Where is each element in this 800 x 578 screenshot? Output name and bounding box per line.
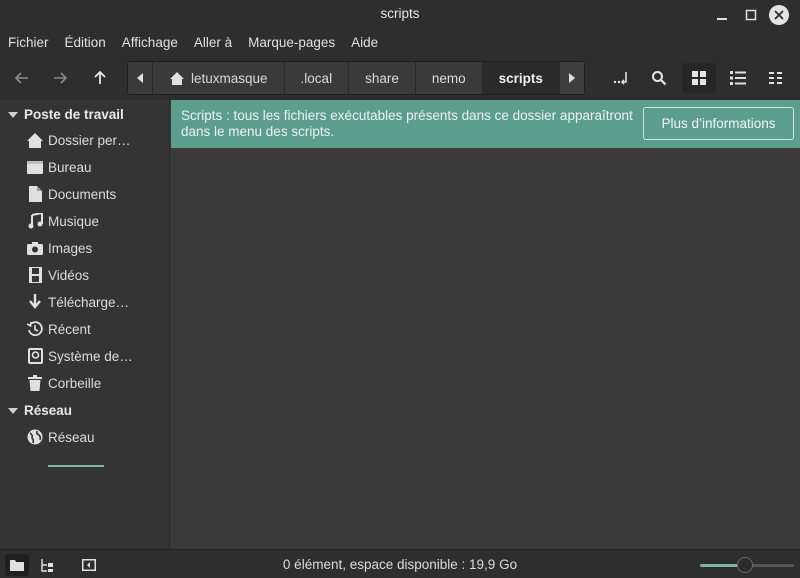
menu-aide[interactable]: Aide xyxy=(351,35,378,50)
sidebar-item-downloads[interactable]: Télécharge… xyxy=(26,289,168,315)
grid-icon xyxy=(692,71,706,85)
forward-button[interactable] xyxy=(46,64,74,92)
breadcrumb-label: letuxmasque xyxy=(191,70,268,86)
compact-view-button[interactable] xyxy=(759,63,793,93)
section-title: Poste de travail xyxy=(24,107,124,122)
minimize-icon xyxy=(717,18,727,20)
document-icon xyxy=(26,185,44,203)
section-reseau[interactable]: Réseau xyxy=(8,403,72,418)
sidebar-item-label: Documents xyxy=(48,186,117,202)
sidebar-item-trash[interactable]: Corbeille xyxy=(26,370,168,396)
disk-usage-bar xyxy=(48,465,104,467)
sidebar-item-label: Dossier per… xyxy=(48,132,131,148)
sidebar-item-home[interactable]: Dossier per… xyxy=(26,127,168,153)
breadcrumb-local[interactable]: .local xyxy=(285,62,350,94)
download-icon xyxy=(26,293,44,311)
location-entry-icon xyxy=(613,72,627,85)
sidebar-item-label: Vidéos xyxy=(48,267,90,283)
section-poste-de-travail[interactable]: Poste de travail xyxy=(8,107,124,122)
maximize-icon xyxy=(745,9,757,21)
more-info-button[interactable]: Plus d’informations xyxy=(643,107,794,140)
menu-bar: Fichier Édition Affichage Aller à Marque… xyxy=(0,29,800,56)
up-button[interactable] xyxy=(86,64,114,92)
title-bar: scripts xyxy=(0,0,800,29)
breadcrumb-home[interactable]: letuxmasque xyxy=(153,62,285,94)
desktop-icon xyxy=(26,158,44,176)
sidebar-item-videos[interactable]: Vidéos xyxy=(26,262,168,288)
sidebar-item-label: Système de… xyxy=(48,348,133,364)
music-icon xyxy=(26,212,44,230)
info-message: Scripts : tous les fichiers exécutables … xyxy=(181,108,633,139)
file-manager-window: scripts Fichier Édition Affichage Aller … xyxy=(0,0,800,578)
camera-icon xyxy=(26,239,44,257)
status-text: 0 élément, espace disponible : 19,9 Go xyxy=(282,557,518,572)
arrow-up-icon xyxy=(94,70,106,84)
breadcrumb-scroll-right[interactable] xyxy=(559,62,584,94)
trash-icon xyxy=(26,374,44,392)
sidebar-item-recent[interactable]: Récent xyxy=(26,316,168,342)
sidebar-item-label: Corbeille xyxy=(48,375,102,391)
network-icon xyxy=(26,428,44,446)
menu-aller-a[interactable]: Aller à xyxy=(194,35,232,50)
sidebar-item-label: Récent xyxy=(48,321,91,337)
triangle-left-icon xyxy=(137,73,143,83)
sidebar-item-filesystem[interactable]: Système de… xyxy=(26,343,168,369)
drive-icon xyxy=(26,347,44,365)
breadcrumb-nemo[interactable]: nemo xyxy=(416,62,483,94)
close-button[interactable] xyxy=(769,5,789,25)
arrow-left-icon xyxy=(14,72,28,84)
home-icon xyxy=(26,131,44,149)
menu-edition[interactable]: Édition xyxy=(65,35,106,50)
expand-triangle-icon xyxy=(8,111,18,118)
icon-view-button[interactable] xyxy=(682,63,716,93)
toolbar: letuxmasque .local share nemo scripts xyxy=(0,56,800,100)
breadcrumb-share[interactable]: share xyxy=(349,62,416,94)
file-view[interactable]: Scripts : tous les fichiers exécutables … xyxy=(171,100,800,549)
back-button[interactable] xyxy=(8,64,36,92)
breadcrumb-scroll-left[interactable] xyxy=(128,62,153,94)
menu-fichier[interactable]: Fichier xyxy=(8,35,49,50)
info-bar: Scripts : tous les fichiers exécutables … xyxy=(171,100,800,148)
list-view-button[interactable] xyxy=(721,63,755,93)
list-icon xyxy=(730,71,746,85)
sidebar-item-label: Musique xyxy=(48,213,100,229)
zoom-slider[interactable] xyxy=(700,557,794,573)
film-icon xyxy=(26,266,44,284)
history-icon xyxy=(26,320,44,338)
menu-affichage[interactable]: Affichage xyxy=(122,35,178,50)
sidebar-item-label: Images xyxy=(48,240,93,256)
window-title: scripts xyxy=(380,6,420,21)
home-icon xyxy=(170,71,184,85)
sidebar-item-music[interactable]: Musique xyxy=(26,208,168,234)
zoom-slider-handle[interactable] xyxy=(737,557,754,573)
sidebar-item-images[interactable]: Images xyxy=(26,235,168,261)
menu-marque-pages[interactable]: Marque-pages xyxy=(248,35,335,50)
search-button[interactable] xyxy=(642,63,676,93)
expand-triangle-icon xyxy=(8,407,18,414)
breadcrumb: letuxmasque .local share nemo scripts xyxy=(127,61,585,95)
sidebar-item-label: Bureau xyxy=(48,159,92,175)
search-icon xyxy=(652,71,667,86)
close-icon xyxy=(774,10,784,20)
sidebar-item-label: Télécharge… xyxy=(48,294,130,310)
section-title: Réseau xyxy=(24,403,73,418)
toggle-location-button[interactable] xyxy=(604,63,638,93)
sidebar: Poste de travail Dossier per… Bureau Doc… xyxy=(0,100,170,549)
arrow-right-icon xyxy=(54,72,68,84)
status-bar: 0 élément, espace disponible : 19,9 Go xyxy=(0,549,800,578)
compact-list-icon xyxy=(769,72,782,84)
maximize-button[interactable] xyxy=(740,4,762,26)
breadcrumb-scripts[interactable]: scripts xyxy=(482,62,560,94)
minimize-button[interactable] xyxy=(711,4,733,26)
triangle-right-icon xyxy=(568,73,575,83)
sidebar-item-network[interactable]: Réseau xyxy=(26,424,168,450)
sidebar-item-desktop[interactable]: Bureau xyxy=(26,154,168,180)
sidebar-item-documents[interactable]: Documents xyxy=(26,181,168,207)
sidebar-item-label: Réseau xyxy=(48,429,95,445)
